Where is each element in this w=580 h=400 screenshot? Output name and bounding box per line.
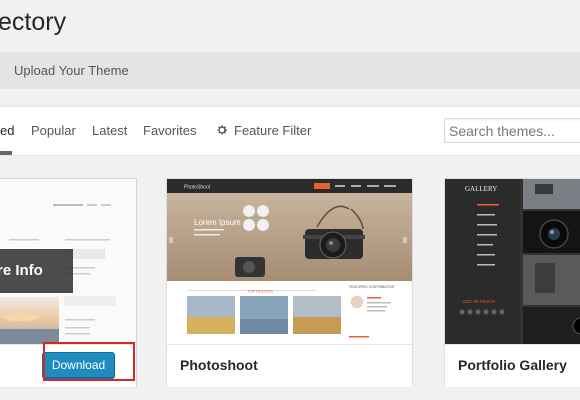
tab-favorites[interactable]: Favorites [143,123,196,138]
theme-name: Portfolio Gallery [458,357,567,373]
filter-bar: ed Popular Latest Favorites Feature Filt… [0,106,580,156]
theme-card[interactable]: GALLERY GET IN TOUCH Portfolio Gallery [444,178,580,387]
highlight-box [43,342,135,381]
feature-filter-button[interactable]: Feature Filter [216,123,311,138]
preview-logo: GALLERY [465,185,497,193]
theme-screenshot: GALLERY GET IN TOUCH [445,179,580,344]
theme-card-footer: Photoshoot [167,344,412,387]
page-title: ectory [0,8,67,36]
theme-preview-graphic: GALLERY GET IN TOUCH [445,179,580,344]
gear-icon [217,125,227,135]
theme-screenshot: PhotoShoot Lorem Ipsum TOP PHOTOS FEATUR… [167,179,412,344]
preview-site-title: PhotoShoot [184,185,211,191]
feature-filter-label: Feature Filter [234,123,312,138]
tab-latest[interactable]: Latest [92,123,127,138]
active-tab-indicator [0,151,12,155]
upload-bar: Upload Your Theme [0,52,580,89]
theme-preview-graphic: PhotoShoot Lorem Ipsum TOP PHOTOS FEATUR… [167,179,412,344]
theme-screenshot: re Info [0,179,136,344]
tab-popular[interactable]: Popular [31,123,76,138]
search-input[interactable] [445,119,580,142]
preview-section-label: TOP PHOTOS [247,289,273,294]
tab-featured[interactable]: ed [0,123,14,138]
more-info-overlay[interactable]: re Info [0,249,73,293]
preview-cta: GET IN TOUCH [463,299,495,304]
search-field [444,118,580,143]
theme-card-footer: Portfolio Gallery [445,344,580,387]
theme-card[interactable]: PhotoShoot Lorem Ipsum TOP PHOTOS FEATUR… [166,178,413,387]
preview-sidebar-heading: FEATURED CONTRIBUTOR [349,285,395,289]
theme-name: Photoshoot [180,357,258,373]
upload-theme-button[interactable]: Upload Your Theme [14,63,129,78]
preview-hero-text: Lorem Ipsum [194,218,241,227]
